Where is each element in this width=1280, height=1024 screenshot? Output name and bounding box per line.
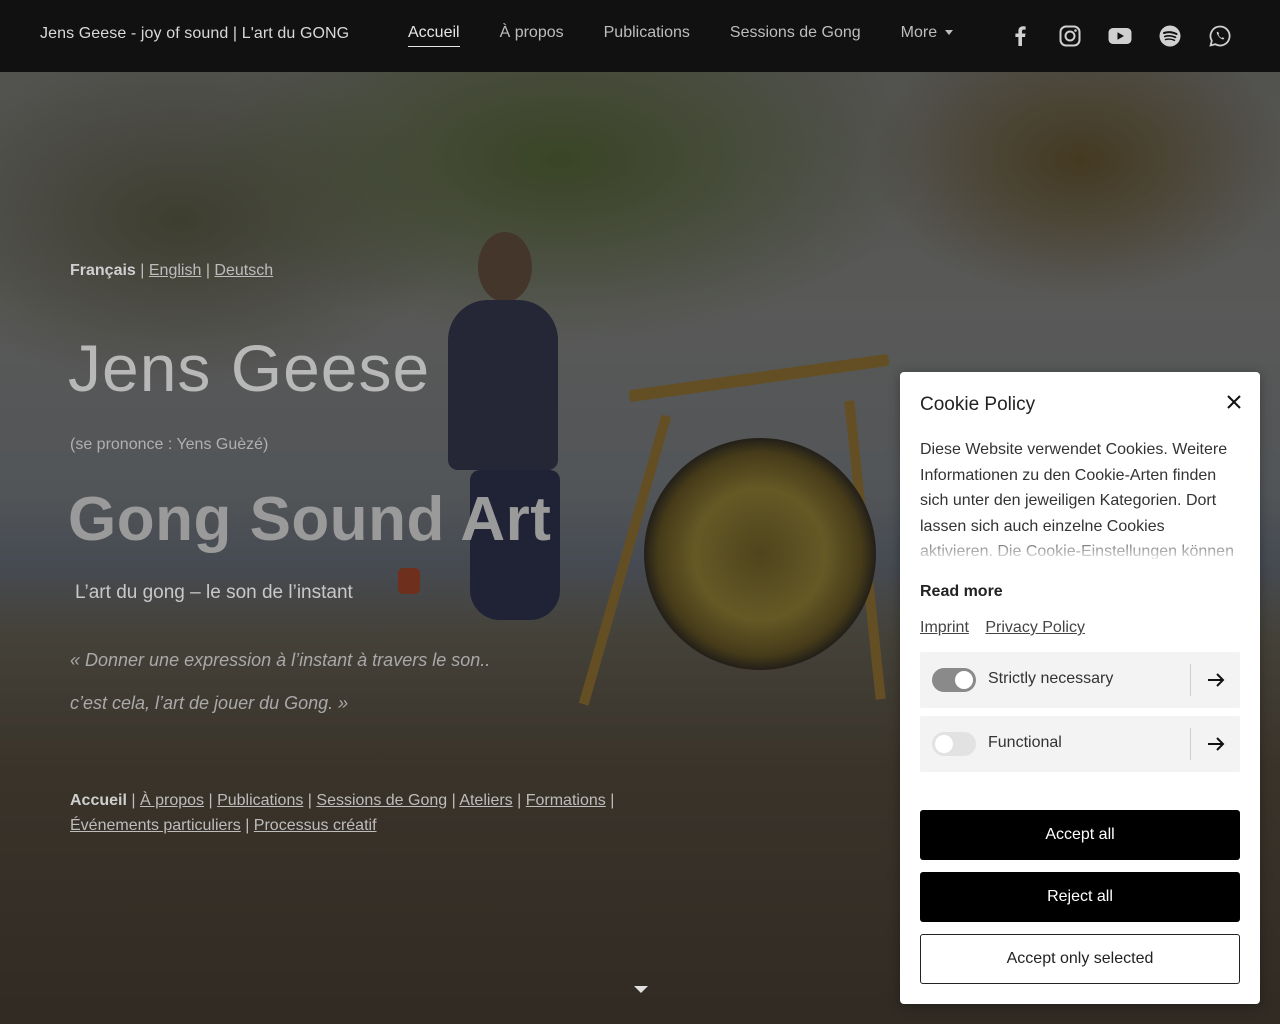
cookie-title: Cookie Policy bbox=[920, 394, 1036, 415]
nav-link-accueil[interactable]: Accueil bbox=[408, 24, 460, 47]
page-link-evenements[interactable]: Événements particuliers bbox=[70, 817, 241, 834]
social-links bbox=[1008, 24, 1232, 48]
category-label: Functional bbox=[988, 734, 1062, 751]
read-more-button[interactable]: Read more bbox=[920, 583, 1003, 601]
hero-subtitle: L’art du gong – le son de l’instant bbox=[75, 582, 353, 603]
hero-pronunciation: (se prononce : Yens Guèzé) bbox=[70, 436, 269, 453]
page-link-a-propos[interactable]: À propos bbox=[140, 792, 204, 809]
lang-link-english[interactable]: English bbox=[149, 262, 201, 279]
reject-all-button[interactable]: Reject all bbox=[920, 872, 1240, 922]
hero-quote-line-2: c’est cela, l’art de jouer du Gong. » bbox=[70, 693, 349, 713]
page-link-sessions[interactable]: Sessions de Gong bbox=[316, 792, 447, 809]
spotify-icon[interactable] bbox=[1158, 24, 1182, 48]
site-brand[interactable]: Jens Geese - joy of sound | L'art du GON… bbox=[40, 25, 349, 43]
privacy-policy-link[interactable]: Privacy Policy bbox=[985, 619, 1085, 636]
arrow-right-icon[interactable] bbox=[1204, 668, 1228, 692]
accept-all-button[interactable]: Accept all bbox=[920, 810, 1240, 860]
nav-more-label: More bbox=[900, 24, 938, 41]
instagram-icon[interactable] bbox=[1058, 24, 1082, 48]
top-navbar: Jens Geese - joy of sound | L'art du GON… bbox=[0, 0, 1280, 72]
page-links: Accueil | À propos | Publications | Sess… bbox=[70, 792, 615, 834]
scroll-down-icon[interactable] bbox=[634, 986, 648, 993]
page-link-formations[interactable]: Formations bbox=[526, 792, 606, 809]
lang-link-deutsch[interactable]: Deutsch bbox=[214, 262, 273, 279]
strictly-necessary-toggle[interactable] bbox=[932, 668, 976, 692]
toggle-knob bbox=[935, 735, 953, 753]
nav-menu: Accueil À propos Publications Sessions d… bbox=[408, 24, 993, 47]
accept-selected-button[interactable]: Accept only selected bbox=[920, 934, 1240, 984]
page-link-processus[interactable]: Processus créatif bbox=[254, 817, 377, 834]
nav-more-dropdown[interactable]: More bbox=[900, 24, 954, 47]
language-switcher: Français | English | Deutsch bbox=[70, 262, 273, 280]
imprint-link[interactable]: Imprint bbox=[920, 619, 969, 636]
cookie-category-functional: Functional bbox=[920, 716, 1240, 772]
hero-name: Jens Geese bbox=[68, 331, 431, 405]
policy-links: Imprint Privacy Policy bbox=[920, 619, 1097, 637]
page-link-publications[interactable]: Publications bbox=[217, 792, 303, 809]
functional-toggle[interactable] bbox=[932, 732, 976, 756]
whatsapp-icon[interactable] bbox=[1208, 24, 1232, 48]
page-link-ateliers[interactable]: Ateliers bbox=[459, 792, 512, 809]
close-icon[interactable] bbox=[1222, 390, 1246, 414]
nav-link-sessions[interactable]: Sessions de Gong bbox=[730, 24, 861, 47]
caret-down-icon bbox=[945, 30, 954, 36]
cookie-text-fade bbox=[920, 534, 1240, 560]
hero-title: Gong Sound Art bbox=[68, 485, 552, 554]
youtube-icon[interactable] bbox=[1108, 24, 1132, 48]
category-label: Strictly necessary bbox=[988, 670, 1114, 687]
cookie-panel: Cookie Policy Diese Website verwendet Co… bbox=[900, 372, 1260, 1004]
hero-quote-line-1: « Donner une expression à l’instant à tr… bbox=[70, 650, 491, 670]
toggle-knob bbox=[955, 671, 973, 689]
facebook-icon[interactable] bbox=[1008, 24, 1032, 48]
category-divider bbox=[1190, 728, 1191, 760]
nav-link-a-propos[interactable]: À propos bbox=[500, 24, 564, 47]
lang-current: Français bbox=[70, 262, 136, 279]
nav-link-publications[interactable]: Publications bbox=[604, 24, 690, 47]
category-divider bbox=[1190, 664, 1191, 696]
lang-separator: | bbox=[140, 262, 145, 279]
cookie-category-strictly-necessary: Strictly necessary bbox=[920, 652, 1240, 708]
page-link-current: Accueil bbox=[70, 792, 127, 809]
arrow-right-icon[interactable] bbox=[1204, 732, 1228, 756]
lang-separator: | bbox=[205, 262, 210, 279]
